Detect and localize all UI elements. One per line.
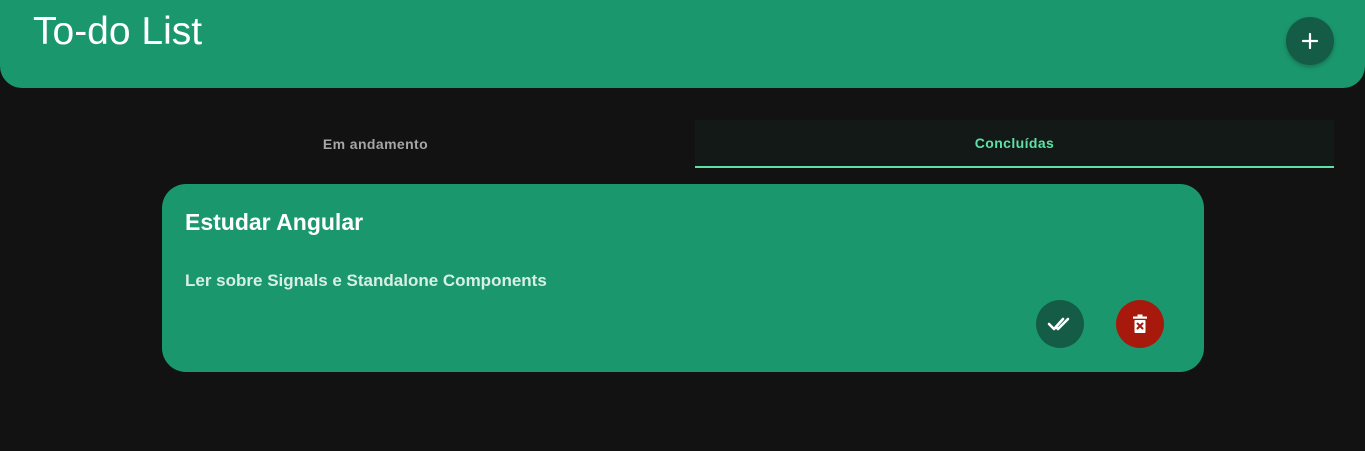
task-description: Ler sobre Signals e Standalone Component… (185, 271, 547, 290)
double-check-icon (1047, 315, 1073, 333)
app-header: To-do List (0, 0, 1365, 88)
task-tabs: Em andamento Concluídas (56, 120, 1334, 168)
add-task-button[interactable] (1286, 17, 1334, 65)
delete-task-button[interactable] (1116, 300, 1164, 348)
tab-concluidas[interactable]: Concluídas (695, 120, 1334, 168)
task-title: Estudar Angular (185, 209, 364, 235)
mark-done-button[interactable] (1036, 300, 1084, 348)
app-title: To-do List (33, 10, 203, 53)
task-card: Estudar Angular Ler sobre Signals e Stan… (162, 184, 1204, 372)
tab-em-andamento[interactable]: Em andamento (56, 120, 695, 168)
trash-icon (1132, 314, 1148, 334)
plus-icon (1301, 32, 1319, 50)
